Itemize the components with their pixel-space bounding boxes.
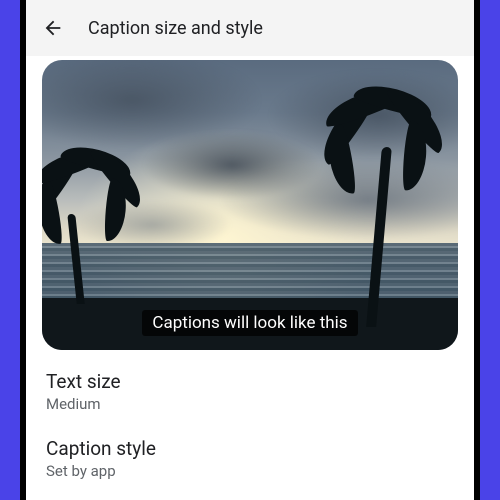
caption-preview: Captions will look like this	[42, 60, 458, 350]
setting-text-size[interactable]: Text size Medium	[42, 350, 458, 417]
arrow-back-icon	[42, 17, 64, 39]
device-frame: Caption size and style	[20, 0, 480, 500]
screen: Caption size and style	[26, 0, 474, 500]
setting-title: Text size	[46, 370, 454, 393]
palm-tree-icon	[314, 77, 434, 327]
back-button[interactable]	[42, 17, 64, 39]
palm-tree-icon	[42, 144, 144, 304]
setting-title: Caption style	[46, 437, 454, 460]
caption-overlay: Captions will look like this	[42, 310, 458, 336]
setting-caption-style[interactable]: Caption style Set by app	[42, 417, 458, 484]
content: Captions will look like this Text size M…	[26, 60, 474, 484]
page-title: Caption size and style	[88, 18, 263, 39]
setting-value: Set by app	[46, 462, 454, 480]
setting-value: Medium	[46, 395, 454, 413]
caption-sample-text: Captions will look like this	[142, 310, 357, 336]
app-bar: Caption size and style	[26, 0, 474, 56]
